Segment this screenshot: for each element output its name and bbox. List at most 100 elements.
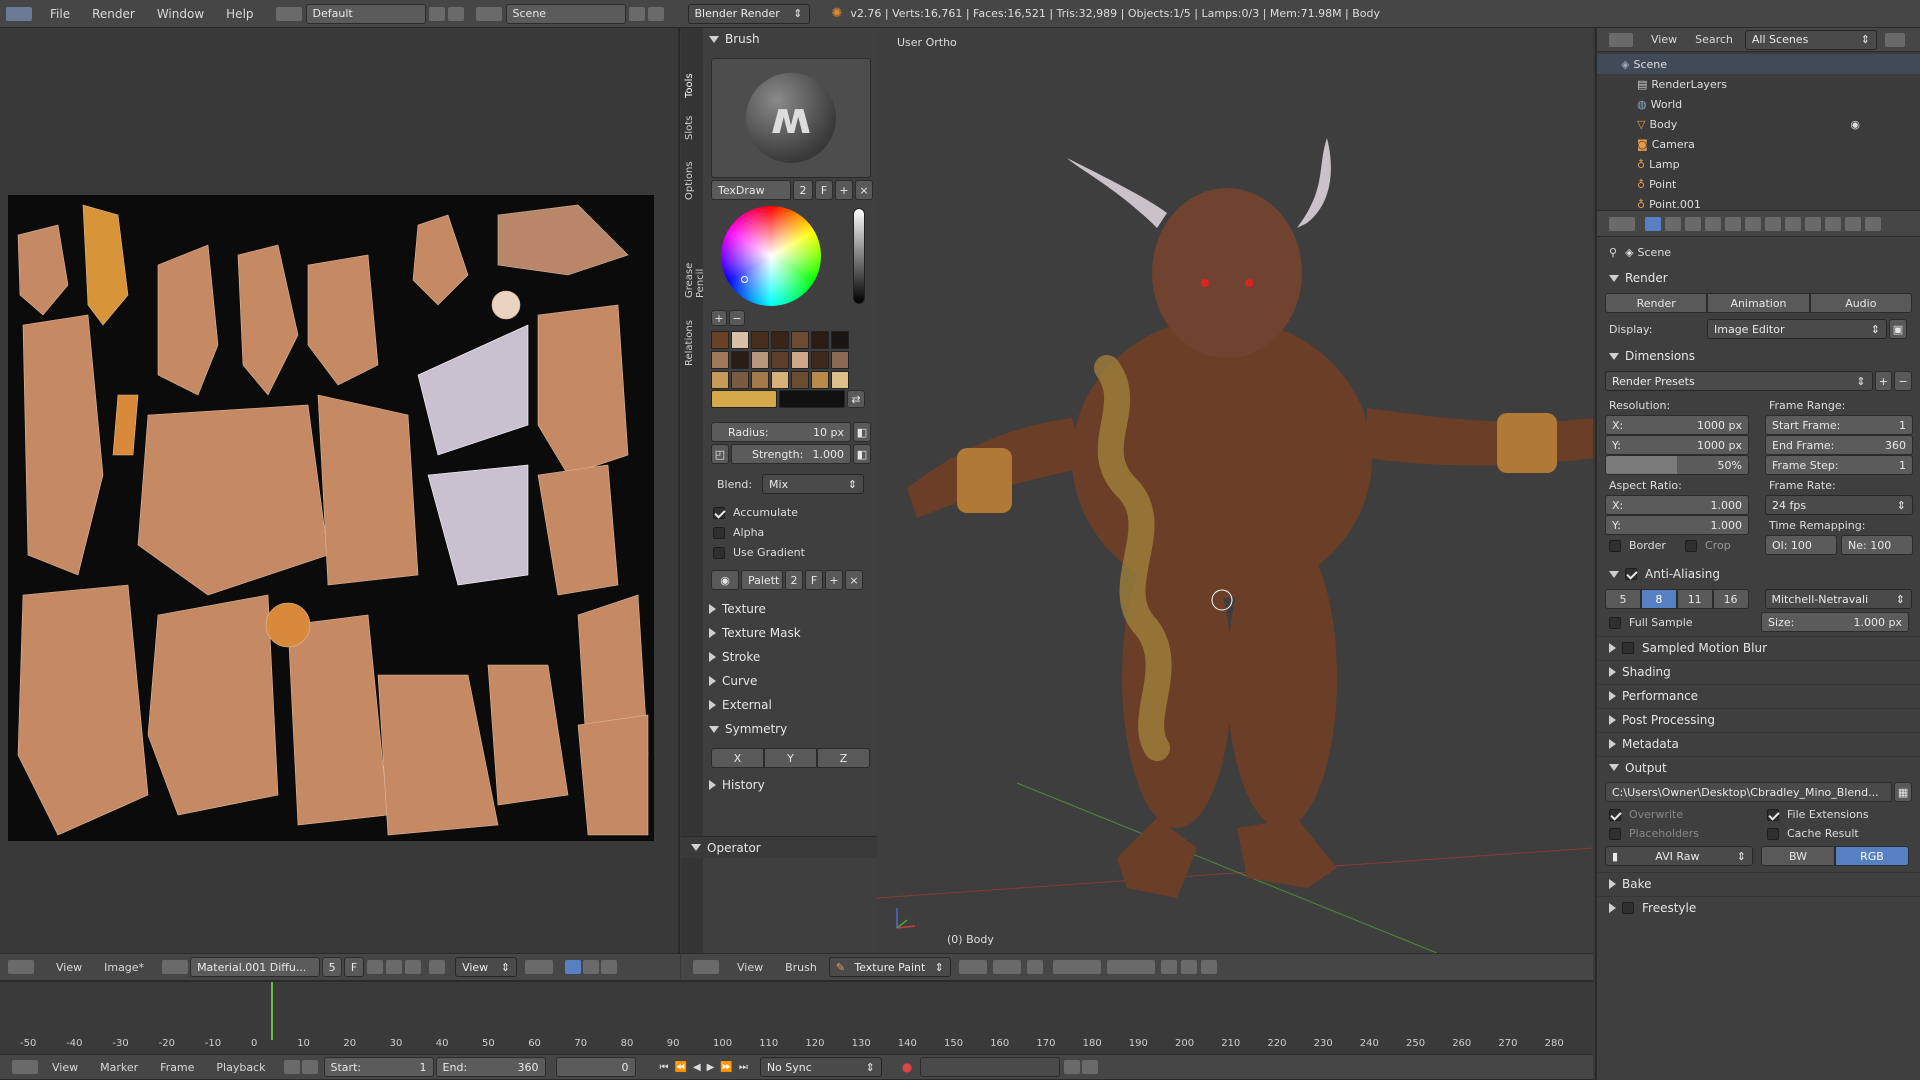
panel-bake[interactable]: Bake (1597, 872, 1920, 894)
jump-keyframe-back-icon[interactable]: ⏪ (675, 1062, 687, 1073)
image-users-field[interactable]: 5 (322, 957, 343, 977)
display-options-button[interactable]: ▣ (1889, 319, 1907, 339)
jump-keyframe-fwd-icon[interactable]: ⏩ (720, 1062, 732, 1073)
palette-swatch[interactable] (771, 371, 789, 389)
palette-add-color-button[interactable]: + (711, 310, 727, 326)
outliner-item-point[interactable]: ♁ Point (1597, 174, 1920, 194)
preview-range-icon[interactable] (283, 1060, 300, 1074)
aa-samples-8[interactable]: 8 (1640, 589, 1677, 609)
current-frame-field[interactable]: 0 (555, 1057, 636, 1077)
play-icon[interactable]: ▶ (707, 1062, 715, 1073)
menu-render[interactable]: Render (92, 7, 135, 21)
frame-rate-dropdown[interactable]: 24 fps ⇕ (1765, 495, 1913, 515)
brush-users-field[interactable]: 2 (793, 180, 813, 200)
aa-filter-dropdown[interactable]: Mitchell-Netravali ⇕ (1764, 589, 1912, 609)
display-dropdown[interactable]: Image Editor ⇕ (1707, 319, 1887, 339)
record-icon[interactable]: ● (902, 1060, 912, 1074)
current-frame-line[interactable] (271, 982, 273, 1040)
render-presets-dropdown[interactable]: Render Presets ⇕ (1605, 371, 1873, 391)
strength-pressure-button[interactable]: ◧ (853, 444, 871, 464)
cache-result-checkbox[interactable]: Cache Result (1767, 827, 1859, 840)
panel-anti-aliasing[interactable]: Anti-Aliasing (1597, 563, 1920, 585)
panel-sampled-motion-blur[interactable]: Sampled Motion Blur (1597, 636, 1920, 658)
viewport-menu-view[interactable]: View (737, 961, 763, 974)
presets-remove-button[interactable]: − (1894, 371, 1912, 391)
border-checkbox[interactable]: Border (1609, 539, 1666, 552)
palette-browse-button[interactable]: ◉ (711, 570, 739, 590)
section-texture-mask[interactable]: Texture Mask (709, 622, 873, 644)
channel-alpha-icon[interactable] (583, 960, 600, 974)
section-curve[interactable]: Curve (709, 670, 873, 692)
brush-add-button[interactable]: + (835, 180, 853, 200)
section-history[interactable]: History (709, 774, 873, 796)
render-layers-tab-icon[interactable] (1665, 216, 1681, 231)
pin-icon[interactable]: ⚲ (1609, 246, 1617, 259)
outliner-menu-view[interactable]: View (1651, 33, 1677, 46)
palette-remove-button[interactable]: × (845, 570, 863, 590)
palette-swatch[interactable] (731, 351, 749, 369)
scene-field[interactable]: Scene (505, 3, 626, 24)
jump-start-icon[interactable]: ⏮ (660, 1062, 669, 1073)
pivot-icon[interactable] (525, 960, 554, 974)
new-image-icon[interactable] (367, 960, 384, 974)
timeline-start-field[interactable]: Start: 1 (323, 1057, 434, 1077)
menu-file[interactable]: File (50, 7, 70, 21)
res-percent-field[interactable]: 50% (1605, 455, 1749, 475)
frame-step-field[interactable]: Frame Step: 1 (1765, 455, 1913, 475)
brush-remove-button[interactable]: × (855, 180, 873, 200)
scene-icon[interactable] (475, 6, 502, 21)
presets-add-button[interactable]: + (1874, 371, 1893, 391)
tab-relations[interactable]: Relations (684, 320, 695, 366)
animation-button[interactable]: Animation (1707, 293, 1810, 313)
placeholders-checkbox[interactable]: Placeholders (1609, 827, 1767, 840)
motion-blur-check-icon[interactable] (1622, 641, 1634, 654)
palette-swatch[interactable] (831, 371, 849, 389)
texture-tab-icon[interactable] (1825, 216, 1841, 231)
palette-swatch[interactable] (751, 351, 769, 369)
remove-layout-icon[interactable] (447, 6, 464, 21)
palette-swatch[interactable] (751, 371, 769, 389)
add-layout-icon[interactable] (428, 6, 445, 21)
mode-dropdown[interactable]: ✎ Texture Paint ⇕ (828, 957, 951, 977)
panel-metadata[interactable]: Metadata (1597, 732, 1920, 754)
editor-type-icon[interactable] (1609, 216, 1635, 231)
keying-set-field[interactable] (920, 1057, 1061, 1077)
brush-fake-user-button[interactable]: F (815, 180, 833, 200)
operator-panel-header[interactable]: Operator (681, 836, 877, 858)
constraints-tab-icon[interactable] (1745, 216, 1761, 231)
start-frame-field[interactable]: Start Frame: 1 (1765, 415, 1913, 435)
outliner-item-scene[interactable]: ◈ Scene (1597, 54, 1920, 74)
tab-tools[interactable]: Tools (684, 58, 695, 98)
palette-swatch[interactable] (831, 351, 849, 369)
channel-z-icon[interactable] (601, 960, 618, 974)
unlink-image-icon[interactable] (405, 960, 422, 974)
image-name-field[interactable]: Material.001 Diffu... (190, 957, 321, 977)
file-format-dropdown[interactable]: ▮ AVI Raw ⇕ (1605, 846, 1753, 866)
lock-range-icon[interactable] (301, 1060, 318, 1074)
panel-output[interactable]: Output (1597, 756, 1920, 778)
image-browse-icon[interactable] (162, 960, 189, 974)
layers-icon-a[interactable] (1052, 960, 1101, 974)
particles-tab-icon[interactable] (1845, 216, 1861, 231)
render-preview-icon[interactable] (1160, 960, 1177, 974)
panel-dimensions[interactable]: Dimensions (1597, 345, 1920, 367)
tab-slots[interactable]: Slots (684, 116, 695, 140)
timeline[interactable]: -50 -40 -30 -20 -10 0 10 20 30 40 50 60 70 80 90 100 110… (0, 981, 1593, 1054)
delete-keyframe-icon[interactable] (1082, 1060, 1099, 1074)
aspect-y-field[interactable]: Y: 1.000 (1605, 515, 1749, 535)
primary-color-swatch[interactable] (711, 390, 777, 408)
play-reverse-icon[interactable]: ◀ (693, 1062, 701, 1073)
alpha-checkbox[interactable]: Alpha (713, 526, 764, 539)
section-texture[interactable]: Texture (709, 598, 873, 620)
mask-icon[interactable] (1026, 960, 1043, 974)
aa-samples-11[interactable]: 11 (1676, 589, 1713, 609)
world-tab-icon[interactable] (1705, 216, 1721, 231)
timeline-menu-view[interactable]: View (52, 1061, 78, 1074)
layers-icon-b[interactable] (1106, 960, 1155, 974)
section-external[interactable]: External (709, 694, 873, 716)
uv-menu-view[interactable]: View (56, 961, 82, 974)
palette-add-button[interactable]: + (825, 570, 843, 590)
editor-type-icon[interactable] (12, 1060, 38, 1074)
modifiers-tab-icon[interactable] (1765, 216, 1781, 231)
timeline-menu-frame[interactable]: Frame (160, 1061, 194, 1074)
